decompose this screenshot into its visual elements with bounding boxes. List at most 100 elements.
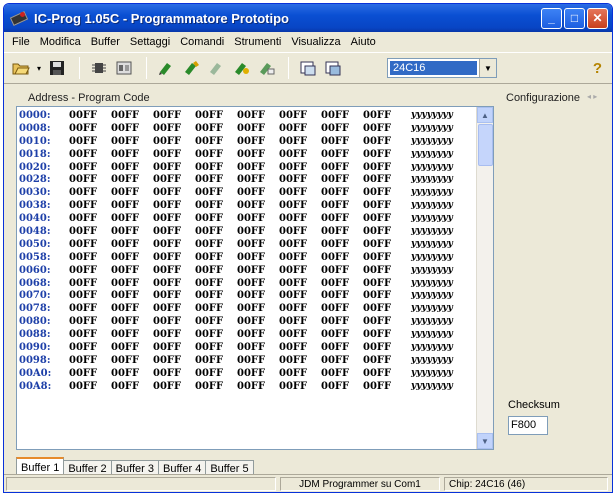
code-word[interactable]: 00FF [279,225,321,238]
code-word[interactable]: 00FF [279,289,321,302]
code-word[interactable]: 00FF [279,135,321,148]
code-word[interactable]: 00FF [153,367,195,380]
code-word[interactable]: 00FF [111,277,153,290]
code-word[interactable]: 00FF [363,315,405,328]
code-word[interactable]: 00FF [363,186,405,199]
menu-visualizza[interactable]: Visualizza [287,36,346,48]
code-word[interactable]: 00FF [237,135,279,148]
code-word[interactable]: 00FF [111,148,153,161]
code-row[interactable]: 0078: 00FF 00FF 00FF 00FF 00FF 00FF 00FF 00FF yyy… [19,302,475,315]
code-word[interactable]: 00FF [69,341,111,354]
code-word[interactable]: 00FF [237,225,279,238]
code-word[interactable]: 00FF [69,277,111,290]
code-word[interactable]: 00FF [321,199,363,212]
code-word[interactable]: 00FF [279,277,321,290]
code-word[interactable]: 00FF [279,122,321,135]
menu-buffer[interactable]: Buffer [87,36,126,48]
code-word[interactable]: 00FF [153,148,195,161]
code-word[interactable]: 00FF [153,328,195,341]
code-word[interactable]: 00FF [321,328,363,341]
code-word[interactable]: 00FF [321,251,363,264]
code-word[interactable]: 00FF [195,225,237,238]
code-word[interactable]: 00FF [195,289,237,302]
code-word[interactable]: 00FF [321,225,363,238]
code-word[interactable]: 00FF [69,264,111,277]
code-word[interactable]: 00FF [195,302,237,315]
code-word[interactable]: 00FF [69,328,111,341]
code-row[interactable]: 0028: 00FF 00FF 00FF 00FF 00FF 00FF 00FF 00FF yyy… [19,173,475,186]
code-word[interactable]: 00FF [321,302,363,315]
menu-file[interactable]: File [8,36,36,48]
code-word[interactable]: 00FF [321,148,363,161]
code-word[interactable]: 00FF [69,380,111,393]
code-word[interactable]: 00FF [111,302,153,315]
code-word[interactable]: 00FF [321,161,363,174]
code-word[interactable]: 00FF [153,289,195,302]
code-row[interactable]: 00A8: 00FF 00FF 00FF 00FF 00FF 00FF 00FF 00FF yyy… [19,380,475,393]
code-word[interactable]: 00FF [69,367,111,380]
code-word[interactable]: 00FF [363,148,405,161]
code-word[interactable]: 00FF [321,173,363,186]
code-word[interactable]: 00FF [153,264,195,277]
code-word[interactable]: 00FF [195,212,237,225]
code-word[interactable]: 00FF [195,238,237,251]
code-word[interactable]: 00FF [153,277,195,290]
code-word[interactable]: 00FF [279,367,321,380]
code-word[interactable]: 00FF [237,277,279,290]
code-word[interactable]: 00FF [195,199,237,212]
code-word[interactable]: 00FF [279,173,321,186]
code-row[interactable]: 0038: 00FF 00FF 00FF 00FF 00FF 00FF 00FF 00FF yyy… [19,199,475,212]
dropdown-arrow-icon[interactable]: ▾ [35,57,43,79]
blank-check-icon[interactable] [255,57,277,79]
code-word[interactable]: 00FF [111,122,153,135]
code-word[interactable]: 00FF [195,186,237,199]
code-word[interactable]: 00FF [237,302,279,315]
code-word[interactable]: 00FF [279,354,321,367]
code-word[interactable]: 00FF [111,135,153,148]
code-row[interactable]: 0000: 00FF 00FF 00FF 00FF 00FF 00FF 00FF 00FF yyy… [19,109,475,122]
code-word[interactable]: 00FF [279,212,321,225]
code-word[interactable]: 00FF [279,109,321,122]
code-word[interactable]: 00FF [195,148,237,161]
code-word[interactable]: 00FF [363,173,405,186]
scroll-up-button[interactable]: ▲ [477,107,493,123]
code-word[interactable]: 00FF [153,161,195,174]
code-word[interactable]: 00FF [321,341,363,354]
code-word[interactable]: 00FF [279,161,321,174]
code-row[interactable]: 0018: 00FF 00FF 00FF 00FF 00FF 00FF 00FF 00FF yyy… [19,148,475,161]
code-word[interactable]: 00FF [321,264,363,277]
code-word[interactable]: 00FF [321,135,363,148]
code-word[interactable]: 00FF [237,186,279,199]
program-chip-icon[interactable] [180,57,202,79]
code-word[interactable]: 00FF [111,225,153,238]
code-word[interactable]: 00FF [279,341,321,354]
code-word[interactable]: 00FF [195,277,237,290]
code-word[interactable]: 00FF [153,122,195,135]
code-word[interactable]: 00FF [195,354,237,367]
code-word[interactable]: 00FF [279,380,321,393]
code-word[interactable]: 00FF [279,315,321,328]
code-row[interactable]: 0030: 00FF 00FF 00FF 00FF 00FF 00FF 00FF 00FF yyy… [19,186,475,199]
code-word[interactable]: 00FF [153,251,195,264]
code-row[interactable]: 0080: 00FF 00FF 00FF 00FF 00FF 00FF 00FF 00FF yyy… [19,315,475,328]
vertical-scrollbar[interactable]: ▲ ▼ [476,107,493,449]
code-row[interactable]: 0040: 00FF 00FF 00FF 00FF 00FF 00FF 00FF 00FF yyy… [19,212,475,225]
code-word[interactable]: 00FF [279,264,321,277]
view-hex-icon[interactable] [297,57,319,79]
code-word[interactable]: 00FF [195,264,237,277]
code-word[interactable]: 00FF [69,122,111,135]
code-word[interactable]: 00FF [237,380,279,393]
code-word[interactable]: 00FF [69,289,111,302]
code-word[interactable]: 00FF [321,186,363,199]
code-word[interactable]: 00FF [237,238,279,251]
code-word[interactable]: 00FF [111,315,153,328]
code-word[interactable]: 00FF [195,341,237,354]
code-word[interactable]: 00FF [237,109,279,122]
code-word[interactable]: 00FF [237,212,279,225]
scroll-down-button[interactable]: ▼ [477,433,493,449]
code-word[interactable]: 00FF [69,135,111,148]
code-word[interactable]: 00FF [321,289,363,302]
code-word[interactable]: 00FF [195,315,237,328]
code-word[interactable]: 00FF [237,354,279,367]
code-word[interactable]: 00FF [363,199,405,212]
